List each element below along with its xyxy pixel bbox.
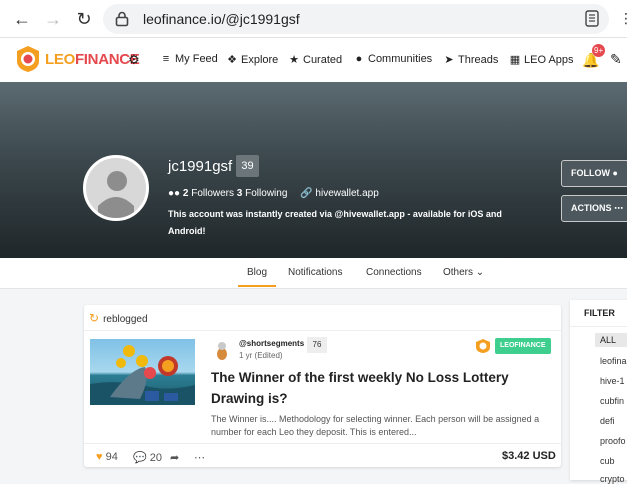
browser-toolbar: ← → ↻ leofinance.io/@jc1991gsf ⋮ — [0, 0, 627, 38]
url-text: leofinance.io/@jc1991gsf — [143, 11, 300, 27]
profile-header: jc1991gsf 39 ●● 2 Followers 3 Following … — [0, 82, 627, 258]
notification-badge: 9+ — [592, 44, 606, 57]
reblog-indicator: ↻ reblogged — [89, 311, 148, 325]
filter-item[interactable]: cub — [600, 456, 615, 466]
tab-others[interactable]: Others ⌄ — [443, 267, 484, 278]
author-avatar[interactable] — [211, 339, 233, 361]
divider — [84, 330, 561, 331]
brand-name[interactable]: LEOFINANCE — [45, 51, 140, 68]
tab-connections[interactable]: Connections — [366, 267, 422, 278]
divider — [84, 443, 561, 444]
followers-link[interactable]: 2 Followers — [183, 188, 234, 199]
comments-button[interactable]: 💬 20 — [133, 451, 162, 464]
nav-threads[interactable]: ➤ Threads — [443, 53, 498, 66]
compass-icon: ❖ — [227, 54, 237, 66]
address-bar[interactable]: leofinance.io/@jc1991gsf — [103, 4, 609, 34]
reload-icon[interactable]: ↻ — [74, 9, 94, 29]
post-card[interactable]: ↻ reblogged @shortsegments 76 1 yr (Edite… — [84, 305, 561, 467]
reblog-icon: ↻ — [89, 311, 100, 325]
share-icon[interactable]: ➦ — [170, 451, 179, 464]
profile-tabs: Blog Notifications Connections Others ⌄ — [0, 258, 627, 289]
profile-bio: This account was instantly created via @… — [168, 209, 502, 236]
link-icon: 🔗 — [300, 188, 313, 199]
filter-item[interactable]: crypto — [600, 474, 625, 484]
filter-title: FILTER — [584, 308, 615, 318]
thumbnail-image — [90, 345, 195, 405]
users-icon: ● — [355, 53, 363, 65]
heart-icon: ♥ — [96, 451, 103, 463]
filter-item[interactable]: cubfin — [600, 396, 624, 406]
website-link[interactable]: hivewallet.app — [315, 188, 378, 199]
nav-curated[interactable]: ★ Curated — [288, 53, 342, 66]
actions-button[interactable]: ACTIONS ⋯ — [561, 195, 627, 222]
tab-blog[interactable]: Blog — [238, 267, 277, 287]
paper-plane-icon: ➤ — [444, 54, 454, 66]
filter-item[interactable]: defi — [600, 416, 615, 426]
post-time: 1 yr (Edited) — [239, 351, 283, 360]
reputation-badge: 39 — [236, 155, 259, 177]
community-logo-icon — [476, 339, 490, 353]
nav-explore[interactable]: ❖ Explore — [226, 53, 278, 66]
filter-item[interactable]: hive-1 — [600, 376, 625, 386]
reader-mode-icon[interactable] — [585, 10, 599, 27]
settings-gear-icon[interactable]: ⚙ — [128, 52, 140, 68]
star-icon: ★ — [289, 54, 299, 66]
filter-panel: FILTER ALL leofina hive-1 cubfin defi pr… — [570, 300, 627, 484]
back-arrow-icon[interactable]: ← — [12, 9, 32, 29]
post-author[interactable]: @shortsegments — [239, 339, 304, 348]
author-reputation: 76 — [307, 337, 327, 353]
vote-button[interactable]: ♥ 94 — [96, 451, 118, 463]
post-excerpt: The Winner is.... Methodology for select… — [211, 414, 540, 437]
user-plus-icon: ● — [612, 168, 618, 178]
more-dots-icon: ⋯ — [614, 203, 624, 213]
browser-menu-icon[interactable]: ⋮ — [619, 10, 627, 27]
site-navbar: LEOFINANCE ⚙ ≡ My Feed ❖ Explore ★ Curated … — [0, 38, 627, 82]
default-avatar-icon — [86, 158, 146, 218]
tab-notifications[interactable]: Notifications — [288, 267, 342, 278]
grid-icon: ▦ — [509, 54, 521, 66]
divider — [570, 326, 627, 327]
filter-item[interactable]: proofo — [600, 436, 626, 446]
profile-stats: ●● 2 Followers 3 Following 🔗 hivewallet.… — [168, 188, 379, 199]
nav-leo-apps[interactable]: ▦ LEO Apps — [509, 53, 574, 66]
filter-item[interactable]: leofina — [600, 356, 627, 366]
post-payout[interactable]: $3.42 USD — [502, 450, 556, 462]
users-icon: ●● — [168, 188, 181, 199]
community-tag[interactable]: LEOFINANCE — [495, 338, 551, 354]
avatar[interactable] — [83, 155, 149, 221]
forward-arrow-icon[interactable]: → — [43, 9, 63, 29]
lock-icon — [115, 11, 129, 27]
post-title[interactable]: The Winner of the first weekly No Loss L… — [211, 367, 531, 409]
rss-icon: ≡ — [162, 53, 170, 65]
following-link[interactable]: 3 Following — [237, 188, 288, 199]
profile-username: jc1991gsf — [168, 158, 233, 175]
leofinance-logo-icon[interactable] — [15, 45, 41, 73]
filter-all[interactable]: ALL — [595, 333, 627, 347]
comment-icon: 💬 — [133, 452, 147, 464]
pen-icon[interactable]: ✎ — [610, 51, 622, 68]
follow-button[interactable]: FOLLOW ● — [561, 160, 627, 187]
nav-my-feed[interactable]: ≡ My Feed — [160, 53, 218, 65]
nav-communities[interactable]: ● Communities — [353, 53, 433, 65]
post-thumbnail[interactable] — [90, 339, 195, 405]
more-options-icon[interactable]: ⋯ — [194, 451, 205, 464]
chevron-down-icon: ⌄ — [475, 267, 485, 278]
